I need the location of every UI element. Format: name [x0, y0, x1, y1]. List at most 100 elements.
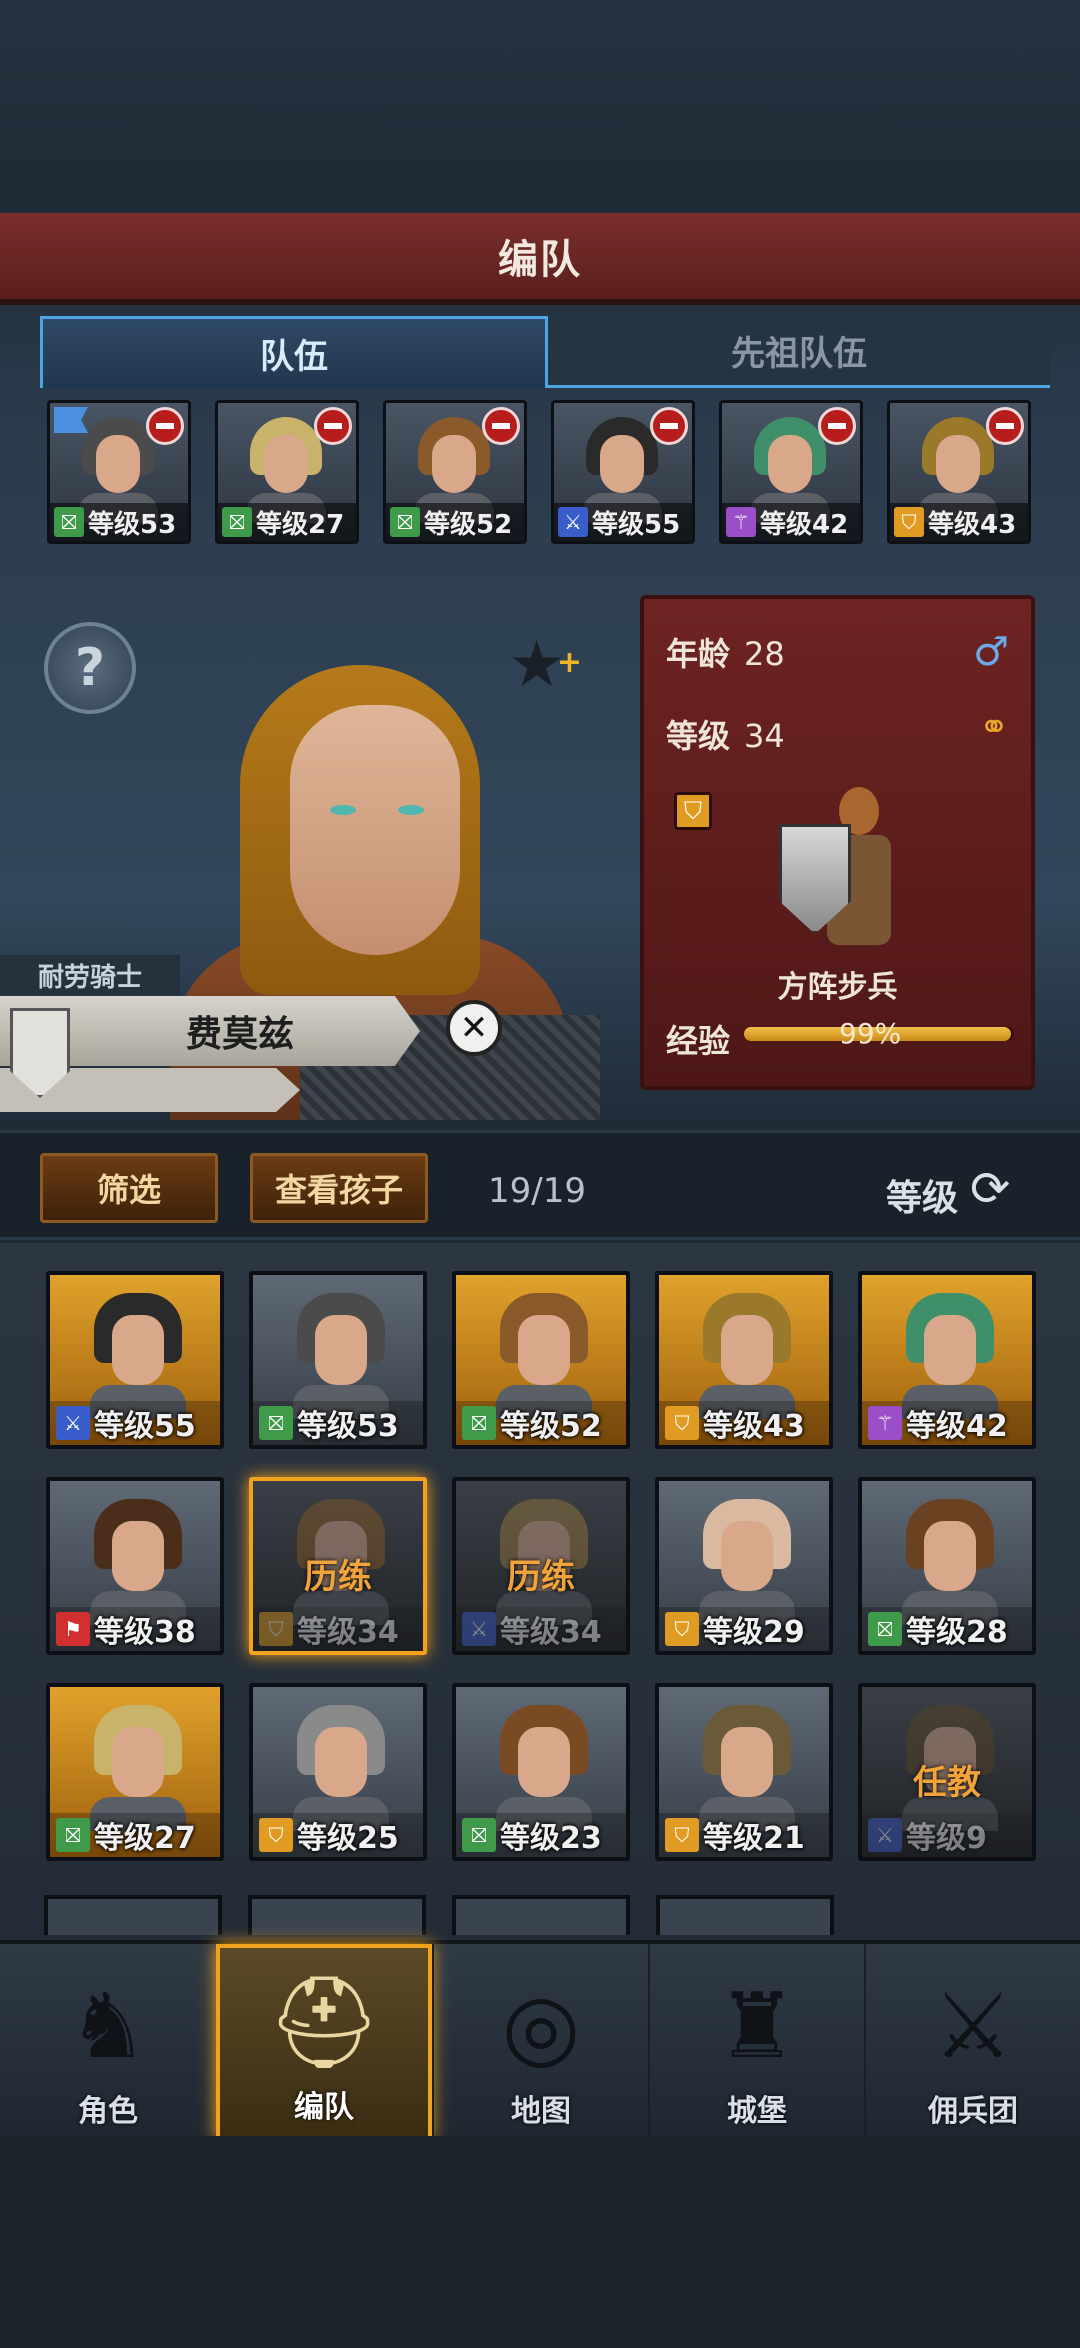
- nav-map[interactable]: ◎ 地图: [432, 1944, 648, 2140]
- team-member-card[interactable]: ⚔ 等级55: [551, 400, 695, 544]
- level-text: 等级29: [703, 1615, 805, 1650]
- compass-map-icon: ◎: [501, 1973, 581, 2079]
- orange-class-icon: ⛉: [259, 1612, 293, 1646]
- team-member-card[interactable]: ⛝ 等级53: [47, 400, 191, 544]
- level-bar: ⛝ 等级27: [50, 1813, 220, 1857]
- roster-card[interactable]: ⛝ 等级52: [452, 1271, 630, 1449]
- blue-class-icon: ⚔: [462, 1612, 496, 1646]
- portrait: [90, 1293, 186, 1419]
- team-member-card[interactable]: ⚚ 等级42: [719, 400, 863, 544]
- roster-card[interactable]: ⛝ 等级28: [858, 1477, 1036, 1655]
- green-class-icon: ⛝: [390, 507, 420, 537]
- rings-icon[interactable]: ⚭: [979, 707, 1009, 748]
- team-member-card[interactable]: ⛝ 等级27: [215, 400, 359, 544]
- nav-castle[interactable]: ♜ 城堡: [648, 1944, 864, 2140]
- team-tabs: 队伍 先祖队伍: [40, 316, 1050, 388]
- roster-card[interactable]: ⛉ 等级25: [249, 1683, 427, 1861]
- hero-eye-left: [330, 805, 356, 815]
- age-row: 年龄 28: [666, 629, 785, 675]
- level-text: 等级27: [94, 1821, 196, 1856]
- level-label: 等级: [666, 717, 731, 755]
- orange-class-icon: ⛉: [665, 1612, 699, 1646]
- level-text: 等级55: [94, 1409, 196, 1444]
- help-button[interactable]: ?: [44, 622, 136, 714]
- remove-hero-button[interactable]: ✕: [446, 1000, 502, 1056]
- nav-mercenary[interactable]: ⚔ 佣兵团: [864, 1944, 1080, 2140]
- remove-member-icon[interactable]: [146, 407, 184, 445]
- title-bar: 编队: [0, 213, 1080, 305]
- roster-card[interactable]: ⛉ 等级43: [655, 1271, 833, 1449]
- remove-member-icon[interactable]: [650, 407, 688, 445]
- level-text: 等级42: [760, 509, 849, 540]
- status-label: 历练: [507, 1557, 575, 1597]
- level-bar: ⚔ 等级55: [554, 503, 692, 541]
- roster-card-partial[interactable]: [656, 1895, 834, 1935]
- roster-card[interactable]: ⛝ 等级53: [249, 1271, 427, 1449]
- portrait: [902, 1293, 998, 1419]
- level-text: 等级27: [256, 509, 345, 540]
- question-icon: ?: [74, 638, 106, 698]
- level-bar: ⛝ 等级27: [218, 503, 356, 541]
- view-children-button[interactable]: 查看孩子: [250, 1153, 428, 1223]
- hero-info-panel: 年龄 28 ♂ 等级 34 ⚭ ⛉ 方阵步兵 经验 99%: [640, 595, 1035, 1090]
- green-class-icon: ⛝: [222, 507, 252, 537]
- remove-member-icon[interactable]: [818, 407, 856, 445]
- level-bar: ⛝ 等级53: [50, 503, 188, 541]
- hero-portrait: [290, 705, 460, 955]
- roster-card[interactable]: ⛉ 等级21: [655, 1683, 833, 1861]
- sort-refresh-icon[interactable]: ⟳: [970, 1161, 1010, 1217]
- portrait: [699, 1705, 795, 1831]
- level-text: 等级42: [906, 1409, 1008, 1444]
- level-bar: ⚔ 等级9: [862, 1813, 1032, 1857]
- green-class-icon: ⛝: [56, 1818, 90, 1852]
- level-text: 等级23: [500, 1821, 602, 1856]
- roster-card[interactable]: ⚔ 等级9 任教: [858, 1683, 1036, 1861]
- level-bar: ⚔ 等级55: [50, 1401, 220, 1445]
- blue-class-icon: ⚔: [558, 507, 588, 537]
- remove-member-icon[interactable]: [986, 407, 1024, 445]
- team-member-card[interactable]: ⛝ 等级52: [383, 400, 527, 544]
- nav-formation[interactable]: ⛑ 编队: [216, 1944, 432, 2140]
- roster-card[interactable]: ⛝ 等级27: [46, 1683, 224, 1861]
- close-icon: ✕: [459, 1008, 489, 1048]
- roster-card[interactable]: ⛉ 等级34 历练: [249, 1477, 427, 1655]
- roster-card-partial[interactable]: [452, 1895, 630, 1935]
- remove-member-icon[interactable]: [482, 407, 520, 445]
- exp-label: 经验: [666, 1022, 731, 1060]
- red-class-icon: ⚑: [56, 1612, 90, 1646]
- level-value: 34: [744, 717, 785, 755]
- level-text: 等级53: [88, 509, 177, 540]
- class-name: 方阵步兵: [777, 970, 898, 1005]
- bottom-spacer: [0, 2136, 1080, 2348]
- roster-card-partial[interactable]: [44, 1895, 222, 1935]
- remove-member-icon[interactable]: [314, 407, 352, 445]
- roster-card[interactable]: ⚔ 等级34 历练: [452, 1477, 630, 1655]
- tab-ancestor-team[interactable]: 先祖队伍: [548, 316, 1050, 388]
- age-value: 28: [744, 635, 785, 673]
- class-figure: [779, 779, 939, 969]
- roster-card[interactable]: ⛝ 等级23: [452, 1683, 630, 1861]
- roster-card[interactable]: ⛉ 等级29: [655, 1477, 833, 1655]
- roster-grid: ⚔ 等级55 ⛝ 等级53 ⛝ 等级52 ⛉ 等级43 ⚚ 等级42 ⚑ 等级38 ⛉ 等级34 历练 ⚔ 等级…: [0, 1243, 1080, 1943]
- level-text: 等级21: [703, 1821, 805, 1856]
- page-title: 编队: [498, 237, 582, 283]
- status-label: 历练: [304, 1557, 372, 1597]
- portrait: [293, 1705, 389, 1831]
- tab-team[interactable]: 队伍: [40, 316, 548, 388]
- sort-label[interactable]: 等级: [886, 1169, 958, 1221]
- roster-card[interactable]: ⚑ 等级38: [46, 1477, 224, 1655]
- level-bar: ⛝ 等级52: [456, 1401, 626, 1445]
- favorite-star-button[interactable]: ★ +: [508, 630, 582, 700]
- roster-card[interactable]: ⚔ 等级55: [46, 1271, 224, 1449]
- level-text: 等级43: [703, 1409, 805, 1444]
- portrait: [496, 1293, 592, 1419]
- level-text: 等级34: [500, 1615, 602, 1650]
- portrait: [90, 1705, 186, 1831]
- nav-character[interactable]: ♞ 角色: [0, 1944, 216, 2140]
- filter-button[interactable]: 筛选: [40, 1153, 218, 1223]
- roster-card-partial[interactable]: [248, 1895, 426, 1935]
- shield-class-icon: ⛉: [674, 792, 712, 830]
- roster-card[interactable]: ⚚ 等级42: [858, 1271, 1036, 1449]
- helmet-icon: ⛑: [266, 1969, 382, 2075]
- team-member-card[interactable]: ⛉ 等级43: [887, 400, 1031, 544]
